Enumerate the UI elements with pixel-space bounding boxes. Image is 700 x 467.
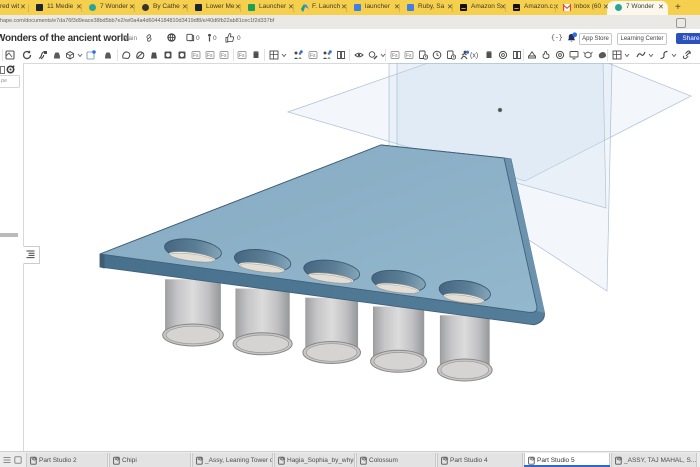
svg-text:(x): (x) — [470, 53, 478, 60]
svg-text:Fs: Fs — [221, 53, 227, 59]
svg-text:Fs: Fs — [310, 53, 316, 59]
svg-text:Fs: Fs — [392, 53, 398, 59]
svg-text:Fs: Fs — [406, 53, 412, 59]
svg-text:Fs: Fs — [207, 53, 213, 59]
svg-text:Fs: Fs — [193, 53, 199, 59]
svg-text:Fs: Fs — [239, 53, 245, 59]
